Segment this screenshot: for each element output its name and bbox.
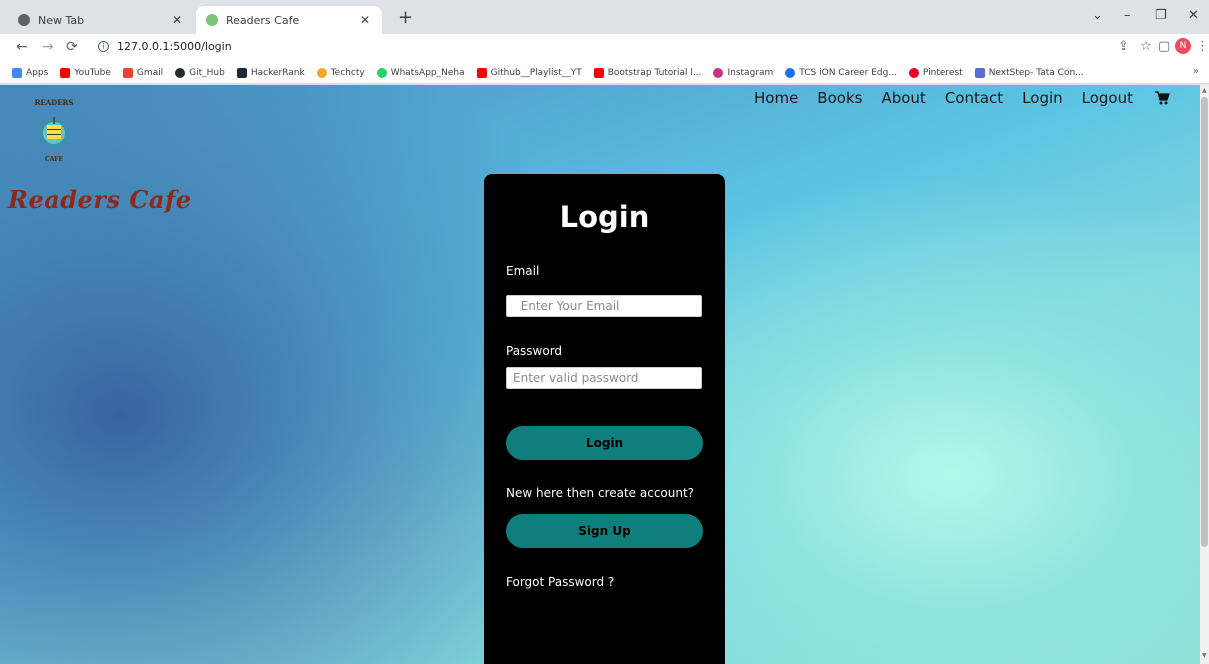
bookmark-tcs-ion[interactable]: TCS iON Career Edg... bbox=[785, 67, 897, 78]
nav-home[interactable]: Home bbox=[754, 89, 798, 107]
bookmark-whatsapp[interactable]: WhatsApp_Neha bbox=[376, 67, 465, 78]
whatsapp-icon bbox=[376, 67, 387, 78]
scroll-up-icon[interactable]: ▲ bbox=[1202, 87, 1207, 94]
back-icon[interactable]: ← bbox=[16, 39, 28, 55]
new-tab-button[interactable]: + bbox=[398, 9, 413, 27]
nav-about[interactable]: About bbox=[881, 89, 925, 107]
scrollbar-thumb[interactable] bbox=[1201, 97, 1208, 547]
login-title: Login bbox=[559, 200, 650, 234]
hackerrank-icon bbox=[236, 67, 247, 78]
youtube-icon bbox=[476, 67, 487, 78]
bookmark-techcty[interactable]: Techcty bbox=[316, 67, 365, 78]
share-icon[interactable]: ⇪ bbox=[1118, 39, 1129, 54]
tab-strip: New Tab ✕ Readers Cafe ✕ + ⌄ – ❐ ✕ bbox=[0, 0, 1209, 34]
reload-icon[interactable]: ⟳ bbox=[66, 39, 78, 55]
logo-bottom-text: CAFE bbox=[45, 156, 64, 163]
signup-button[interactable]: Sign Up bbox=[506, 514, 703, 548]
power-icon bbox=[785, 67, 796, 78]
tcs-icon bbox=[974, 67, 985, 78]
tab-title: New Tab bbox=[38, 13, 85, 27]
email-label: Email bbox=[506, 264, 540, 278]
bookmark-github[interactable]: Git_Hub bbox=[175, 67, 225, 78]
address-toolbar: ← → ⟳ i 127.0.0.1:5000/login ⇪ ☆ ▢ ⋮ bbox=[0, 34, 1209, 62]
youtube-icon bbox=[60, 67, 71, 78]
email-input[interactable] bbox=[506, 295, 702, 317]
gmail-icon bbox=[122, 67, 133, 78]
techcty-icon bbox=[316, 67, 327, 78]
github-icon bbox=[175, 67, 186, 78]
cart-icon[interactable] bbox=[1154, 90, 1170, 106]
url-text: 127.0.0.1:5000/login bbox=[117, 40, 232, 53]
nav-contact[interactable]: Contact bbox=[945, 89, 1003, 107]
tab-new-tab[interactable]: New Tab ✕ bbox=[8, 6, 194, 34]
readers-cafe-logo: READERS CAFE bbox=[35, 98, 74, 163]
nav-books[interactable]: Books bbox=[817, 89, 862, 107]
profile-avatar[interactable]: N bbox=[1175, 38, 1191, 54]
tab-search-icon[interactable]: ⌄ bbox=[1092, 8, 1103, 23]
nav-login[interactable]: Login bbox=[1022, 89, 1062, 107]
login-card: Login Email Password Login New here then… bbox=[484, 174, 725, 664]
close-icon[interactable]: ✕ bbox=[358, 13, 372, 27]
pinterest-icon bbox=[908, 67, 919, 78]
instagram-icon bbox=[713, 67, 724, 78]
bookmarks-bar: Apps YouTube Gmail Git_Hub HackerRank Te… bbox=[0, 62, 1209, 84]
bookmark-hackerrank[interactable]: HackerRank bbox=[236, 67, 305, 78]
bookmark-youtube[interactable]: YouTube bbox=[60, 67, 111, 78]
bookmark-instagram[interactable]: Instagram bbox=[713, 67, 773, 78]
apps-grid-icon bbox=[12, 67, 22, 78]
forward-icon[interactable]: → bbox=[42, 39, 54, 55]
bookmark-apps[interactable]: Apps bbox=[12, 67, 48, 78]
bookmark-nextstep[interactable]: NextStep- Tata Con... bbox=[974, 67, 1084, 78]
scroll-down-icon[interactable]: ▼ bbox=[1202, 652, 1207, 659]
restore-icon[interactable]: ❐ bbox=[1155, 8, 1167, 23]
site-info-icon[interactable]: i bbox=[98, 41, 109, 52]
address-bar[interactable]: i 127.0.0.1:5000/login bbox=[98, 40, 232, 53]
password-label: Password bbox=[506, 344, 563, 358]
bookmark-gmail[interactable]: Gmail bbox=[122, 67, 163, 78]
page-scrollbar[interactable]: ▲ ▼ bbox=[1200, 85, 1209, 664]
logo-top-text: READERS bbox=[35, 98, 74, 107]
page-viewport: READERS CAFE Readers Cafe Home Books Abo… bbox=[0, 85, 1200, 664]
bookmark-github-playlist[interactable]: Github__Playlist__YT bbox=[476, 67, 582, 78]
tab-title: Readers Cafe bbox=[226, 13, 300, 27]
top-nav: Home Books About Contact Login Logout bbox=[754, 89, 1170, 107]
signup-prompt: New here then create account? bbox=[506, 486, 695, 500]
youtube-icon bbox=[593, 67, 604, 78]
bookmark-bootstrap[interactable]: Bootstrap Tutorial l... bbox=[593, 67, 701, 78]
chrome-icon bbox=[18, 14, 30, 26]
window-close-icon[interactable]: ✕ bbox=[1188, 8, 1199, 23]
password-input[interactable] bbox=[506, 367, 702, 389]
tab-readers-cafe[interactable]: Readers Cafe ✕ bbox=[196, 6, 382, 34]
login-button[interactable]: Login bbox=[506, 426, 703, 460]
close-icon[interactable]: ✕ bbox=[170, 13, 184, 27]
forgot-password-link[interactable]: Forgot Password ? bbox=[506, 575, 614, 589]
site-favicon-icon bbox=[206, 14, 218, 26]
nav-logout[interactable]: Logout bbox=[1082, 89, 1133, 107]
menu-icon[interactable]: ⋮ bbox=[1196, 39, 1209, 54]
more-bookmarks-icon[interactable]: » bbox=[1193, 66, 1199, 77]
brand-name: Readers Cafe bbox=[8, 185, 192, 214]
minimize-icon[interactable]: – bbox=[1124, 8, 1131, 23]
side-panel-icon[interactable]: ▢ bbox=[1158, 39, 1170, 54]
bookmark-pinterest[interactable]: Pinterest bbox=[908, 67, 963, 78]
bookmark-star-icon[interactable]: ☆ bbox=[1140, 39, 1152, 54]
